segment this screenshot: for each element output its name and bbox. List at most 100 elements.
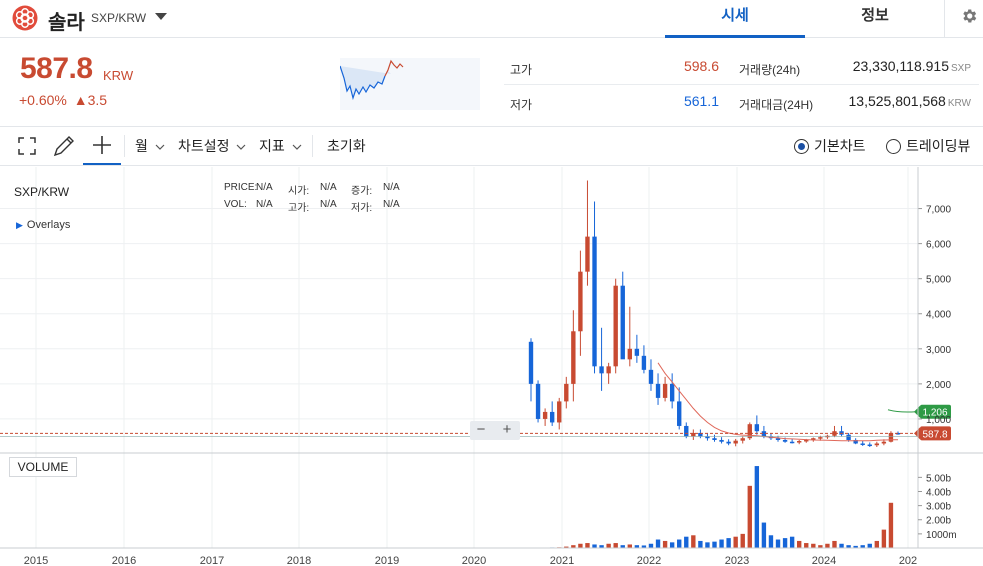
legend-vol-label: VOL:: [224, 199, 247, 210]
candle-down: [677, 401, 682, 426]
app-root: 솔라 SXP/KRW 시세 정보 587.8 KRW +0.60% ▲3.5 고…: [0, 0, 983, 566]
legend-open-label: 시가:: [288, 186, 310, 197]
high-value: 598.6: [683, 58, 719, 74]
volume-bar: [606, 543, 611, 548]
candle-down: [620, 285, 625, 360]
volume-tick-label: 4.00b: [926, 487, 951, 498]
candle-down: [719, 439, 724, 442]
candle-up: [874, 443, 880, 446]
volume-bar: [789, 536, 795, 548]
candle-down: [867, 444, 872, 447]
volume-bar: [733, 536, 738, 548]
settings-button[interactable]: [944, 0, 983, 38]
candle-up: [542, 411, 548, 419]
y-tick-label: 2,000: [926, 380, 951, 391]
x-tick-label: 2024: [812, 555, 836, 566]
toolbar-divider: [312, 135, 313, 157]
candle-down: [535, 383, 541, 419]
volume-pane-button[interactable]: VOLUME: [9, 457, 77, 477]
volume-bar: [655, 539, 661, 548]
zoom-out-button[interactable]: −: [470, 421, 492, 440]
period-select[interactable]: 월: [135, 127, 165, 165]
volume-bar: [874, 540, 880, 548]
x-tick-label: 2022: [637, 555, 661, 566]
basic-chart-label[interactable]: 기본차트: [814, 127, 866, 165]
candle-down: [641, 355, 647, 370]
fullscreen-button[interactable]: [8, 127, 46, 165]
candle-down: [648, 369, 654, 384]
y-tick-label: 6,000: [926, 240, 951, 251]
candle-up: [627, 348, 632, 360]
x-tick-label: 2019: [375, 555, 399, 566]
tradingview-label[interactable]: 트레이딩뷰: [906, 127, 970, 165]
tab-info[interactable]: 정보: [805, 0, 945, 38]
current-price: 587.8: [20, 52, 93, 85]
candle-down: [846, 434, 851, 440]
draw-button[interactable]: [45, 127, 83, 165]
stats-divider: [504, 84, 979, 85]
candlestick-chart[interactable]: 587.81,206 2015 2016 2017 2018 2019 2020 2021 2…: [0, 167, 983, 566]
crosshair-icon: [93, 136, 111, 154]
tradingview-radio[interactable]: [886, 139, 901, 154]
x-tick-label: 2021: [550, 555, 574, 566]
triangle-right-icon: ▶: [16, 220, 23, 230]
change-amount: 3.5: [87, 92, 108, 108]
low-value: 561.1: [683, 93, 719, 109]
volume-bar: [705, 542, 710, 548]
x-tick-label: 2015: [24, 555, 48, 566]
trade-amount-label: 거래대금(24H): [739, 98, 814, 112]
candle-up: [578, 271, 583, 332]
candle-down: [599, 366, 604, 374]
price-unit: KRW: [103, 68, 134, 83]
volume-bar: [648, 543, 654, 548]
chart-toolbar: 월 차트설정 지표 초기화 기본차트 트레이딩뷰: [0, 126, 983, 166]
x-tick-label: 2023: [725, 555, 749, 566]
candle-up: [881, 441, 887, 444]
y-tick-label: 5,000: [926, 275, 951, 286]
volume-bar: [613, 543, 618, 548]
chart-pair-label: SXP/KRW: [14, 185, 70, 199]
y-tick-label: 1,000: [926, 415, 951, 426]
zoom-controls: − +: [470, 421, 520, 440]
volume-bar: [669, 542, 675, 548]
indicators-label: 지표: [259, 138, 285, 154]
legend-high-value: N/A: [320, 199, 337, 210]
candle-down: [705, 436, 710, 439]
candle-up: [557, 401, 562, 423]
y-tick-label: 4,000: [926, 310, 951, 321]
coin-name: 솔라: [48, 12, 85, 34]
indicators-menu[interactable]: 지표: [259, 127, 302, 165]
legend-open-value: N/A: [320, 182, 337, 193]
overlays-toggle[interactable]: ▶ Overlays: [16, 219, 70, 231]
fullscreen-icon: [18, 137, 36, 155]
high-label: 고가: [510, 63, 533, 77]
gear-icon: [963, 9, 977, 23]
candle-up: [662, 383, 668, 398]
zoom-in-button[interactable]: +: [496, 421, 518, 440]
volume-bar: [761, 522, 767, 548]
candle-down: [592, 236, 597, 367]
tab-market-price[interactable]: 시세: [665, 0, 805, 38]
volume-24h: 23,330,118.915 SXP: [820, 58, 971, 74]
legend-high-label: 고가:: [288, 203, 310, 214]
legend-low-label: 저가:: [351, 203, 373, 214]
x-tick-label: 2017: [200, 555, 224, 566]
legend-price-value: N/A: [256, 182, 273, 193]
candle-down: [549, 411, 555, 423]
coin-pair[interactable]: SXP/KRW: [91, 11, 146, 25]
candle-up: [613, 285, 618, 367]
basic-chart-radio[interactable]: [794, 139, 809, 154]
volume-bar: [839, 543, 844, 548]
x-tick-label: 2020: [462, 555, 486, 566]
price-chart-panel[interactable]: 587.8 1,206 2015 2016 2017 2018 2019 2020 2021 2…: [0, 167, 983, 566]
candle-down: [528, 341, 534, 384]
chart-settings-menu[interactable]: 차트설정: [178, 127, 246, 165]
reset-button[interactable]: 초기화: [327, 127, 366, 165]
candle-down: [684, 425, 689, 437]
toolbar-divider: [124, 135, 125, 157]
chevron-down-icon: [236, 144, 246, 150]
crosshair-button[interactable]: [83, 127, 121, 165]
pair-dropdown-caret-icon[interactable]: [155, 13, 167, 20]
volume-bar: [775, 539, 781, 548]
candle-up: [564, 383, 569, 402]
